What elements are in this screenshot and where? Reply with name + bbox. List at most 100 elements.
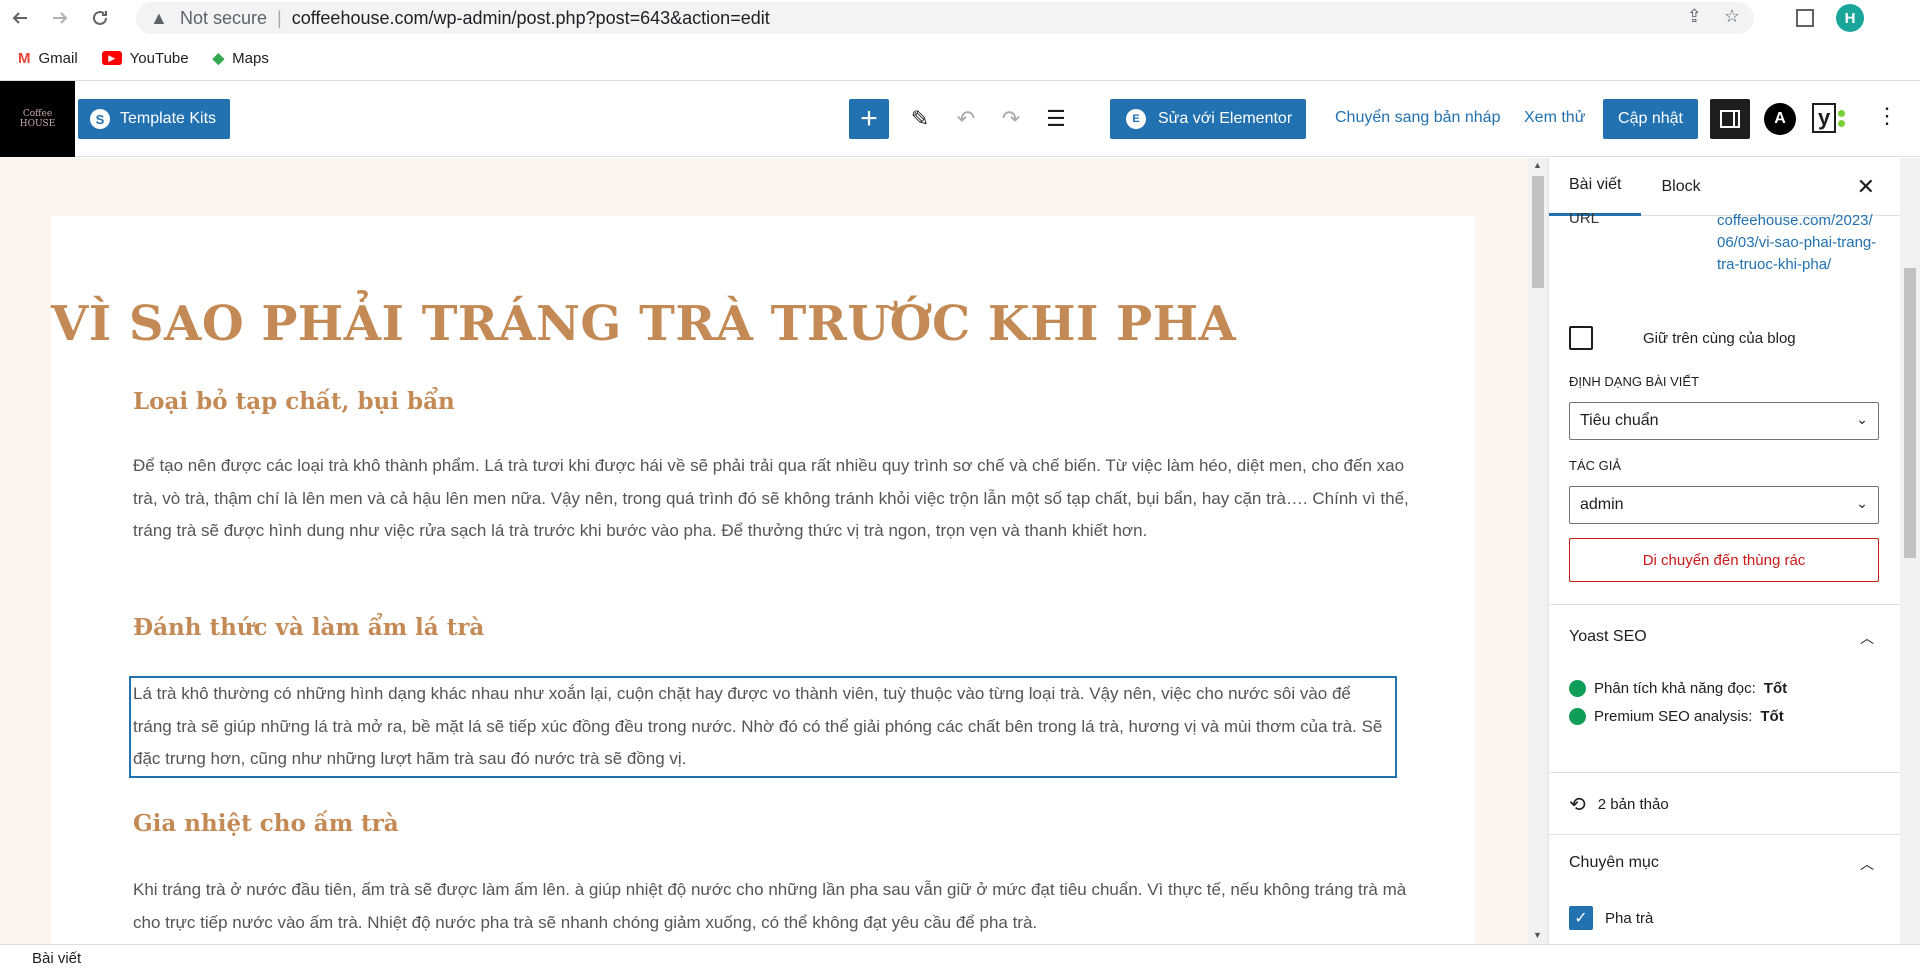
back-arrow-icon[interactable] [0,0,40,36]
history-icon: ⟲ [1569,794,1586,816]
update-button[interactable]: Cập nhật [1603,99,1698,139]
post-format-select[interactable]: Tiêu chuẩn ⌄ [1569,402,1879,440]
revisions-label: 2 bản thảo [1597,796,1669,813]
not-secure-label: Not secure [180,7,268,28]
reload-icon[interactable] [80,0,120,36]
post-title[interactable]: VÌ SAO PHẢI TRÁNG TRÀ TRƯỚC KHI PHA [51,296,1236,352]
template-kits-icon: S [90,109,110,129]
yoast-status-dots [1838,109,1846,127]
sticky-checkbox[interactable] [1569,326,1593,350]
template-kits-button[interactable]: S Template Kits [78,99,230,139]
post-url-link[interactable]: coffeehouse.com/2023/06/03/vi-sao-phai-t… [1717,210,1877,276]
url-label: URL [1569,210,1600,227]
categories-panel-title[interactable]: Chuyên mục [1569,854,1659,872]
forward-arrow-icon[interactable] [40,0,80,36]
side-panel-icon[interactable] [1796,9,1814,27]
yoast-button[interactable]: y [1812,103,1846,133]
seo-readability-value: Tốt [1763,680,1788,697]
redo-icon[interactable]: ↷ [997,105,1025,133]
scrollbar-thumb[interactable] [1532,176,1544,288]
bookmark-label: Maps [232,49,269,67]
undo-icon[interactable]: ↶ [952,105,980,133]
document-overview-icon[interactable]: ☰ [1042,105,1070,133]
post-format-label: ĐỊNH DẠNG BÀI VIẾT [1569,374,1700,389]
revisions-link[interactable]: ⟲ 2 bản thảo [1569,792,1669,817]
category-label: Pha trà [1605,910,1654,927]
scroll-down-icon[interactable]: ▼ [1533,930,1542,940]
chevron-down-icon: ⌄ [1856,495,1868,511]
yoast-seo-panel-title[interactable]: Yoast SEO [1569,628,1647,646]
gmail-icon: M [18,49,31,67]
block-breadcrumb: Bài viết [0,944,1920,972]
seo-premium-item: Premium SEO analysis: Tốt [1569,708,1784,725]
sidebar-icon [1720,110,1740,128]
share-icon[interactable]: ⇪ [1687,6,1702,27]
seo-readability-label: Phân tích khả năng đọc: [1594,680,1756,697]
sidebar-tabs: Bài viết Block ✕ [1549,158,1900,216]
settings-panel-toggle[interactable] [1710,99,1750,139]
good-smiley-icon [1569,680,1586,697]
paragraph-block-selected[interactable]: Lá trà khô thường có những hình dạng khá… [129,676,1397,778]
astra-icon[interactable]: A [1764,103,1796,135]
scrollbar-thumb[interactable] [1904,268,1916,558]
edit-with-elementor-button[interactable]: E Sửa với Elementor [1110,99,1306,139]
more-options-icon[interactable]: ⋮ [1876,103,1898,129]
tab-post[interactable]: Bài viết [1549,158,1642,216]
move-to-trash-button[interactable]: Di chuyển đến thùng rác [1569,538,1879,582]
add-block-button[interactable]: + [849,99,889,139]
separator: | [277,7,282,28]
switch-to-draft-button[interactable]: Chuyển sang bản nháp [1335,109,1500,127]
good-smiley-icon [1569,708,1586,725]
post-format-value: Tiêu chuẩn [1580,412,1659,429]
heading-block[interactable]: Loại bỏ tạp chất, bụi bẩn [133,388,455,415]
section-divider [1549,834,1900,835]
paragraph-block[interactable]: Để tạo nên được các loại trà khô thành p… [133,450,1417,548]
sidebar-scrollbar[interactable] [1900,158,1920,944]
url-text[interactable]: coffeehouse.com/wp-admin/post.php?post=6… [292,8,770,29]
editor-canvas: VÌ SAO PHẢI TRÁNG TRÀ TRƯỚC KHI PHA Loại… [0,158,1528,944]
yoast-icon: y [1812,103,1837,133]
seo-readability-item: Phân tích khả năng đọc: Tốt [1569,680,1787,697]
close-icon[interactable]: ✕ [1857,174,1875,200]
canvas-scrollbar[interactable]: ▲ ▼ [1528,158,1548,944]
breadcrumb-item[interactable]: Bài viết [32,950,81,967]
author-select[interactable]: admin ⌄ [1569,486,1879,524]
author-label: TÁC GIẢ [1569,458,1622,473]
seo-premium-value: Tốt [1760,708,1784,725]
heading-block[interactable]: Đánh thức và làm ẩm lá trà [133,614,484,641]
settings-sidebar: Bài viết Block ✕ URL coffeehouse.com/202… [1548,158,1900,944]
bookmark-maps[interactable]: ◆ Maps [212,49,269,68]
scroll-up-icon[interactable]: ▲ [1533,160,1542,170]
maps-icon: ◆ [212,50,225,67]
post-content: VÌ SAO PHẢI TRÁNG TRÀ TRƯỚC KHI PHA Loại… [51,216,1475,944]
preview-button[interactable]: Xem thử [1524,109,1585,127]
site-logo[interactable]: Coffee HOUSE [0,81,75,157]
profile-avatar[interactable]: H [1836,4,1864,32]
elementor-icon: E [1126,109,1146,129]
section-divider [1549,772,1900,773]
editor-toolbar: Coffee HOUSE S Template Kits + ✎ ↶ ↷ ☰ E … [0,81,1920,157]
bookmarks-bar: M Gmail ▶ YouTube ◆ Maps [0,44,269,72]
edit-elementor-label: Sửa với Elementor [1158,110,1293,127]
chevron-down-icon: ⌄ [1856,411,1868,427]
edit-pencil-icon[interactable]: ✎ [906,105,934,133]
warning-icon: ▲ [150,7,168,28]
template-kits-label: Template Kits [120,110,217,127]
paragraph-block[interactable]: Khi tráng trà ở nước đầu tiên, ấm trà sẽ… [133,874,1417,939]
chevron-up-icon[interactable]: ︿ [1860,628,1874,648]
sticky-label: Giữ trên cùng của blog [1643,330,1796,347]
chevron-up-icon[interactable]: ︿ [1860,854,1874,874]
address-bar[interactable]: ▲ Not secure | coffeehouse.com/wp-admin/… [136,2,1754,34]
bookmark-gmail[interactable]: M Gmail [18,50,78,67]
section-divider [1549,604,1900,605]
bookmark-label: YouTube [129,49,189,67]
youtube-icon: ▶ [101,51,122,65]
author-value: admin [1580,496,1624,513]
category-checkbox[interactable]: ✓ [1569,906,1593,930]
bookmark-youtube[interactable]: ▶ YouTube [101,49,189,67]
bookmark-label: Gmail [38,49,78,67]
heading-block[interactable]: Gia nhiệt cho ấm trà [133,810,399,837]
seo-premium-label: Premium SEO analysis: [1594,708,1753,725]
bookmark-star-icon[interactable]: ☆ [1724,6,1740,27]
tab-block[interactable]: Block [1641,158,1720,216]
